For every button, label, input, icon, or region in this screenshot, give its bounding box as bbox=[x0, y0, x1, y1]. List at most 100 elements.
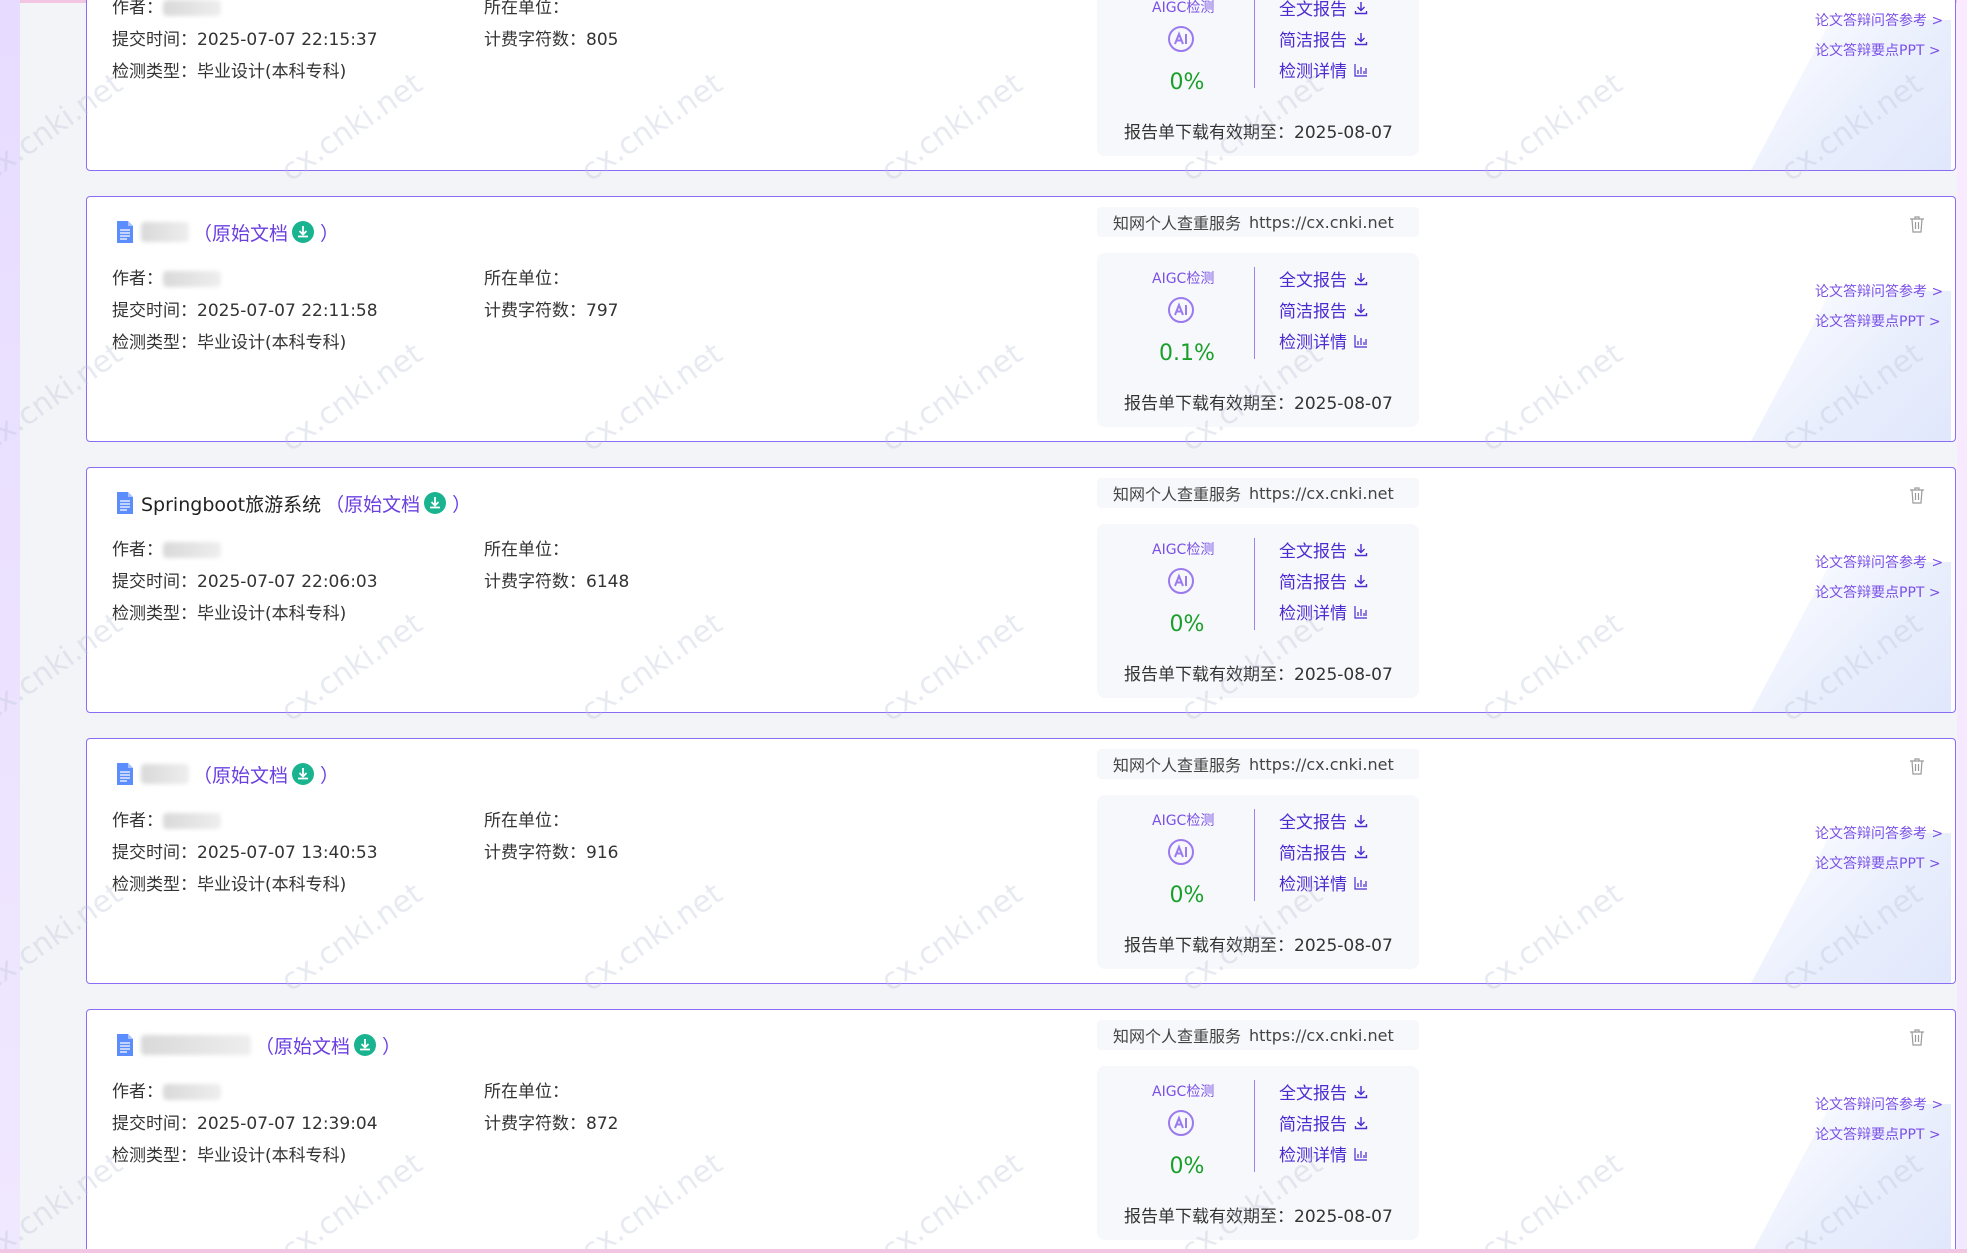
char-count: 916 bbox=[586, 843, 619, 863]
original-doc-label[interactable]: （原始文档 bbox=[325, 490, 420, 517]
original-doc-link[interactable]: （原始文档 ） bbox=[325, 490, 471, 517]
brief-report-link[interactable]: 简洁报告 bbox=[1279, 565, 1369, 596]
service-url[interactable]: https://cx.cnki.net bbox=[1249, 484, 1394, 503]
download-original-icon[interactable] bbox=[424, 492, 447, 514]
original-doc-close: ） bbox=[320, 764, 340, 787]
detail-label[interactable]: 检测详情 bbox=[1279, 57, 1347, 82]
ai-icon bbox=[1168, 1110, 1194, 1136]
submit-label: 提交时间： bbox=[112, 30, 197, 50]
brief-report-label[interactable]: 简洁报告 bbox=[1279, 568, 1347, 593]
brief-report-label[interactable]: 简洁报告 bbox=[1279, 297, 1347, 322]
submit-time: 2025-07-07 22:15:37 bbox=[197, 30, 378, 50]
full-report-link[interactable]: 全文报告 bbox=[1279, 0, 1369, 23]
original-doc-link[interactable]: （原始文档 ） bbox=[255, 1032, 401, 1059]
author-label: 作者： bbox=[112, 811, 163, 831]
document-icon bbox=[117, 221, 133, 243]
full-report-label[interactable]: 全文报告 bbox=[1279, 1079, 1347, 1104]
full-report-link[interactable]: 全文报告 bbox=[1279, 534, 1369, 565]
author-row: 作者： bbox=[112, 805, 378, 837]
meta-left: 作者： 提交时间：2025-07-07 12:39:04 检测类型：毕业设计(本科专… bbox=[112, 1076, 378, 1172]
trash-icon[interactable] bbox=[1909, 215, 1925, 233]
unit-row: 所在单位： bbox=[484, 805, 618, 837]
detail-link[interactable]: 检测详情 bbox=[1279, 867, 1369, 898]
full-report-label[interactable]: 全文报告 bbox=[1279, 537, 1347, 562]
brief-report-link[interactable]: 简洁报告 bbox=[1279, 836, 1369, 867]
service-name: 知网个人查重服务 bbox=[1113, 1027, 1242, 1046]
defense-qa-link[interactable]: 论文答辩问答参考 > bbox=[1815, 548, 1943, 578]
defense-ppt-link[interactable]: 论文答辩要点PPT > bbox=[1815, 1120, 1943, 1150]
unit-row: 所在单位： bbox=[484, 534, 629, 566]
ai-icon bbox=[1168, 839, 1194, 865]
expiry-text: 报告单下载有效期至：2025-08-07 bbox=[1124, 660, 1393, 685]
submit-time: 2025-07-07 22:11:58 bbox=[197, 301, 378, 321]
right-edge bbox=[1957, 0, 1967, 1253]
original-doc-label[interactable]: （原始文档 bbox=[193, 219, 288, 246]
defense-ppt-link[interactable]: 论文答辩要点PPT > bbox=[1815, 849, 1943, 879]
meta-left: 作者： 提交时间：2025-07-07 22:06:03 检测类型：毕业设计(本科专… bbox=[112, 534, 378, 630]
detail-label[interactable]: 检测详情 bbox=[1279, 328, 1347, 353]
brief-report-label[interactable]: 简洁报告 bbox=[1279, 1110, 1347, 1135]
trash-icon[interactable] bbox=[1909, 757, 1925, 775]
service-url[interactable]: https://cx.cnki.net bbox=[1249, 213, 1394, 232]
brief-report-link[interactable]: 简洁报告 bbox=[1279, 1107, 1369, 1138]
download-original-icon[interactable] bbox=[292, 763, 315, 785]
full-report-label[interactable]: 全文报告 bbox=[1279, 808, 1347, 833]
full-report-link[interactable]: 全文报告 bbox=[1279, 1076, 1369, 1107]
meta-left: 作者： 提交时间：2025-07-07 13:40:53 检测类型：毕业设计(本科专… bbox=[112, 805, 378, 901]
expiry-text: 报告单下载有效期至：2025-08-07 bbox=[1124, 931, 1393, 956]
defense-ppt-link[interactable]: 论文答辩要点PPT > bbox=[1815, 36, 1943, 66]
submit-label: 提交时间： bbox=[112, 572, 197, 592]
defense-qa-link[interactable]: 论文答辩问答参考 > bbox=[1815, 1090, 1943, 1120]
expiry-label: 报告单下载有效期至： bbox=[1124, 665, 1294, 685]
doc-title: Springboot旅游系统 （原始文档 ） bbox=[115, 488, 471, 518]
detail-link[interactable]: 检测详情 bbox=[1279, 54, 1369, 85]
doc-title-text[interactable]: Springboot旅游系统 bbox=[141, 490, 321, 517]
full-report-label[interactable]: 全文报告 bbox=[1279, 266, 1347, 291]
defense-ppt-link[interactable]: 论文答辩要点PPT > bbox=[1815, 578, 1943, 608]
check-type: 毕业设计(本科专科) bbox=[197, 604, 347, 624]
expiry-label: 报告单下载有效期至： bbox=[1124, 394, 1294, 414]
author-row: 作者： bbox=[112, 534, 378, 566]
doc-title: （原始文档 ） bbox=[115, 1030, 401, 1060]
detail-label[interactable]: 检测详情 bbox=[1279, 599, 1347, 624]
defense-ppt-link[interactable]: 论文答辩要点PPT > bbox=[1815, 307, 1943, 337]
brief-report-label[interactable]: 简洁报告 bbox=[1279, 26, 1347, 51]
detail-label[interactable]: 检测详情 bbox=[1279, 870, 1347, 895]
record-card: （原始文档 ） 作者： 提交时间：2025-07-07 13:40:53 检测类型：毕业… bbox=[86, 738, 1956, 984]
full-report-link[interactable]: 全文报告 bbox=[1279, 805, 1369, 836]
submit-label: 提交时间： bbox=[112, 301, 197, 321]
bottom-edge bbox=[0, 1249, 1967, 1253]
type-label: 检测类型： bbox=[112, 333, 197, 353]
defense-qa-link[interactable]: 论文答辩问答参考 > bbox=[1815, 277, 1943, 307]
char-count: 797 bbox=[586, 301, 619, 321]
brief-report-link[interactable]: 简洁报告 bbox=[1279, 23, 1369, 54]
detail-label[interactable]: 检测详情 bbox=[1279, 1141, 1347, 1166]
full-report-label[interactable]: 全文报告 bbox=[1279, 0, 1347, 20]
original-doc-label[interactable]: （原始文档 bbox=[193, 761, 288, 788]
chars-label: 计费字符数： bbox=[484, 1114, 586, 1134]
original-doc-label[interactable]: （原始文档 bbox=[255, 1032, 350, 1059]
detail-link[interactable]: 检测详情 bbox=[1279, 1138, 1369, 1169]
defense-qa-link[interactable]: 论文答辩问答参考 > bbox=[1815, 6, 1943, 36]
trash-icon[interactable] bbox=[1909, 1028, 1925, 1046]
expiry-date: 2025-08-07 bbox=[1294, 394, 1393, 414]
char-count: 6148 bbox=[586, 572, 630, 592]
service-url[interactable]: https://cx.cnki.net bbox=[1249, 755, 1394, 774]
aigc-percent: 0% bbox=[1169, 883, 1205, 908]
original-doc-link[interactable]: （原始文档 ） bbox=[193, 219, 339, 246]
full-report-link[interactable]: 全文报告 bbox=[1279, 263, 1369, 294]
download-original-icon[interactable] bbox=[292, 221, 315, 243]
aigc-label: AIGC检测 bbox=[1152, 542, 1215, 558]
service-url[interactable]: https://cx.cnki.net bbox=[1249, 1026, 1394, 1045]
brief-report-label[interactable]: 简洁报告 bbox=[1279, 839, 1347, 864]
detail-link[interactable]: 检测详情 bbox=[1279, 596, 1369, 627]
download-original-icon[interactable] bbox=[354, 1034, 377, 1056]
trash-icon[interactable] bbox=[1909, 486, 1925, 504]
type-label: 检测类型： bbox=[112, 875, 197, 895]
brief-report-link[interactable]: 简洁报告 bbox=[1279, 294, 1369, 325]
original-doc-link[interactable]: （原始文档 ） bbox=[193, 761, 339, 788]
document-icon bbox=[117, 1034, 133, 1056]
left-sidebar-edge bbox=[0, 0, 20, 1253]
defense-qa-link[interactable]: 论文答辩问答参考 > bbox=[1815, 819, 1943, 849]
detail-link[interactable]: 检测详情 bbox=[1279, 325, 1369, 356]
